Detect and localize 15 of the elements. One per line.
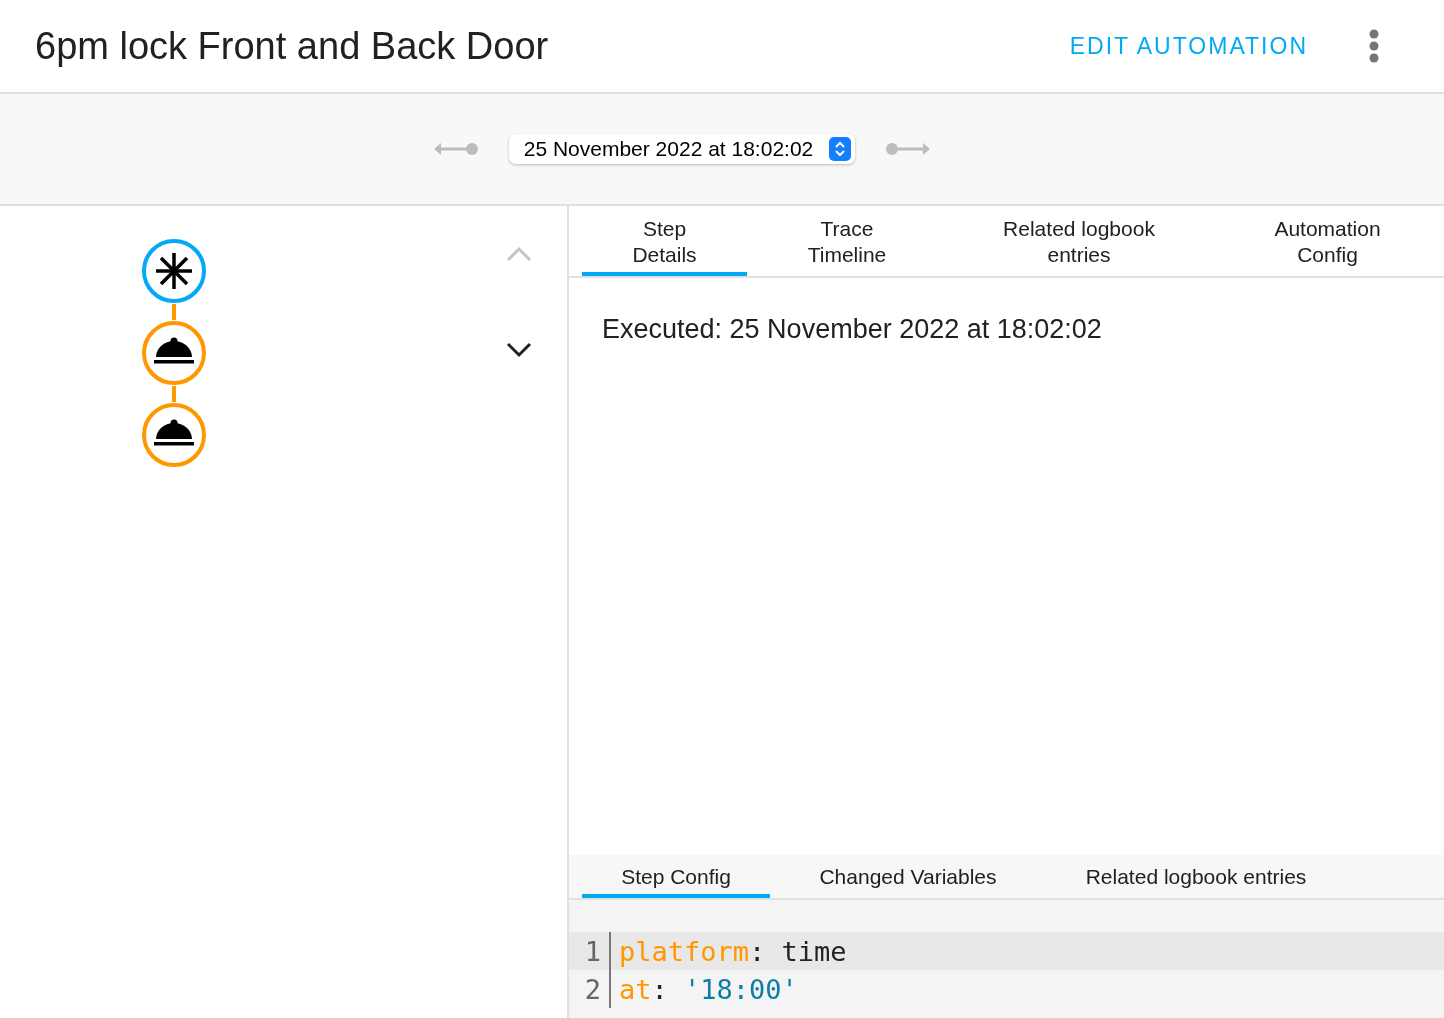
tab[interactable]: Trace Timeline <box>747 206 947 276</box>
trace-select[interactable]: 25 November 2022 at 18:02:02 <box>508 134 856 164</box>
trigger-node-icon[interactable] <box>141 238 207 304</box>
tab[interactable]: Changed Variables <box>770 855 1046 898</box>
executed-text: Executed: 25 November 2022 at 18:02:02 <box>602 314 1102 344</box>
service-bell-node-icon[interactable] <box>141 402 207 468</box>
page-title: 6pm lock Front and Back Door <box>35 24 549 68</box>
chevron-down-icon[interactable] <box>506 342 532 358</box>
tab[interactable]: Related logbook entries <box>947 206 1211 276</box>
tab[interactable]: Automation Config <box>1211 206 1444 276</box>
more-menu-icon[interactable] <box>1368 28 1380 64</box>
dropdown-stepper-icon <box>829 137 852 161</box>
tab[interactable]: Related logbook entries <box>1046 855 1346 898</box>
tab[interactable]: Step Details <box>582 206 747 276</box>
service-bell-node-icon[interactable] <box>141 320 207 386</box>
